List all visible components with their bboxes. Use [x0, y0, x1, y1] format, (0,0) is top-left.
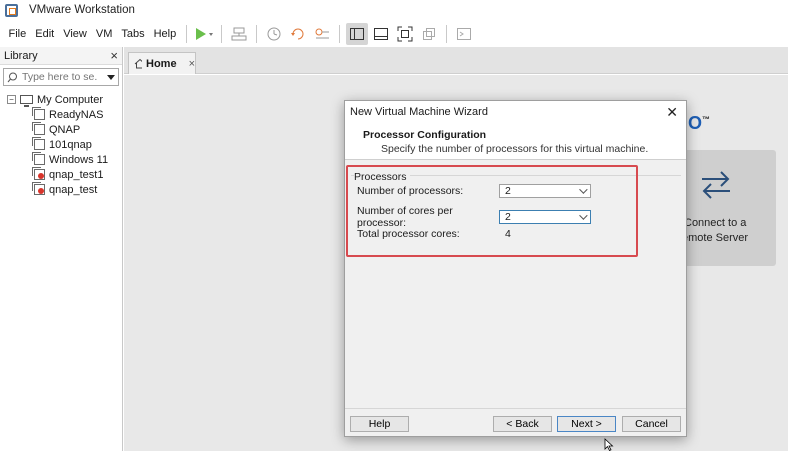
send-ctrl-alt-del-button[interactable] [228, 23, 250, 45]
tree-item-vm[interactable]: qnap_test1 [0, 167, 122, 182]
close-icon[interactable]: × [110, 48, 118, 63]
menu-view[interactable]: View [59, 28, 92, 40]
network-icon [231, 27, 247, 40]
tree-item-label: ReadyNAS [49, 108, 104, 121]
library-tree: − My Computer ReadyNAS QNAP 101qnap Wind… [0, 92, 122, 197]
tree-item-label: Windows 11 [49, 153, 109, 166]
console-view-button[interactable] [453, 23, 475, 45]
mouse-cursor-icon [604, 438, 614, 451]
clock-icon [267, 27, 281, 40]
back-button[interactable]: < Back [493, 416, 552, 432]
library-panel: Library × − My Computer ReadyNAS QNAP 10… [0, 47, 123, 451]
menu-file[interactable]: File [4, 28, 31, 40]
power-on-button[interactable] [193, 23, 215, 45]
terminal-icon [456, 27, 471, 40]
tree-item-label: 101qnap [49, 138, 92, 151]
computer-icon [20, 95, 33, 107]
snapshot-manager-button[interactable] [311, 23, 333, 45]
revert-snapshot-button[interactable] [287, 23, 309, 45]
tree-item-my-computer[interactable]: − My Computer [0, 92, 122, 107]
window-title: VMware Workstation [29, 4, 135, 16]
tree-item-label: My Computer [37, 93, 104, 106]
dialog-footer: Help < Back Next > Cancel [345, 408, 686, 436]
library-header: Library × [0, 47, 122, 65]
unity-button[interactable] [418, 23, 440, 45]
page-title: Processor Configuration [363, 129, 487, 141]
page-subtitle: Specify the number of processors for thi… [381, 143, 649, 155]
home-icon [134, 58, 142, 69]
revert-icon [290, 28, 304, 39]
connect-remote-server-tile[interactable]: Connect to a emote Server [676, 150, 776, 266]
tree-item-vm[interactable]: 101qnap [0, 137, 122, 152]
menu-vm[interactable]: VM [91, 28, 117, 40]
tab-home[interactable]: Home × [128, 52, 196, 74]
tree-item-vm[interactable]: ReadyNAS [0, 107, 122, 122]
vm-error-icon [32, 167, 45, 180]
toolbar-separator [338, 24, 340, 43]
dialog-titlebar: New Virtual Machine Wizard ✕ [345, 101, 686, 123]
toolbar-separator [255, 24, 257, 43]
tab-strip: Home × [124, 47, 788, 74]
menu-tabs[interactable]: Tabs [117, 28, 149, 40]
dialog-header: Processor Configuration Specify the numb… [345, 123, 686, 160]
annotation-highlight-box [346, 165, 638, 257]
vm-icon [32, 137, 45, 150]
library-panel-icon [349, 27, 364, 40]
tree-item-label: qnap_test1 [49, 168, 104, 181]
swap-arrows-icon [702, 171, 730, 199]
menu-toolbar: File Edit View VM Tabs Help [0, 20, 788, 47]
vm-icon [32, 107, 45, 120]
unity-icon [422, 27, 435, 40]
library-search-input[interactable] [22, 71, 97, 83]
toolbar-separator [445, 24, 447, 43]
help-button[interactable]: Help [350, 416, 409, 432]
collapse-icon[interactable]: − [7, 95, 16, 104]
tree-item-label: qnap_test [49, 183, 98, 196]
library-search[interactable] [3, 68, 119, 86]
tree-item-vm[interactable]: Windows 11 [0, 152, 122, 167]
window-titlebar: VMware Workstation [0, 0, 788, 20]
cancel-button[interactable]: Cancel [622, 416, 681, 432]
new-vm-wizard-dialog: New Virtual Machine Wizard ✕ Processor C… [344, 100, 687, 437]
close-icon[interactable]: × [189, 58, 195, 70]
show-library-button[interactable] [345, 22, 368, 45]
brand-logo-fragment: O™ [688, 113, 711, 133]
close-icon[interactable]: ✕ [666, 104, 678, 121]
next-button[interactable]: Next > [557, 416, 616, 432]
vm-icon [32, 122, 45, 135]
tree-item-vm[interactable]: qnap_test [0, 182, 122, 197]
chevron-down-icon[interactable] [107, 74, 115, 80]
menu-help[interactable]: Help [149, 28, 181, 40]
tree-item-label: QNAP [49, 123, 81, 136]
thumbnail-bar-button[interactable] [370, 23, 392, 45]
vm-icon [32, 152, 45, 165]
tab-label: Home [146, 57, 177, 70]
vm-error-icon [32, 182, 45, 195]
toolbar-separator [220, 24, 222, 43]
toolbar-separator [185, 24, 187, 43]
play-icon [195, 27, 213, 40]
tile-label: Connect to a emote Server [682, 217, 749, 244]
dialog-title: New Virtual Machine Wizard [350, 106, 488, 118]
tree-item-vm[interactable]: QNAP [0, 122, 122, 137]
thumbnail-panel-icon [373, 27, 388, 40]
snapshot-button[interactable] [263, 23, 285, 45]
snapshot-manager-icon [315, 28, 329, 38]
menu-edit[interactable]: Edit [31, 28, 59, 40]
vmware-app-icon [5, 3, 18, 17]
full-screen-icon [397, 26, 413, 41]
full-screen-button[interactable] [394, 23, 416, 45]
search-icon [7, 72, 17, 82]
library-title: Library [4, 49, 38, 62]
